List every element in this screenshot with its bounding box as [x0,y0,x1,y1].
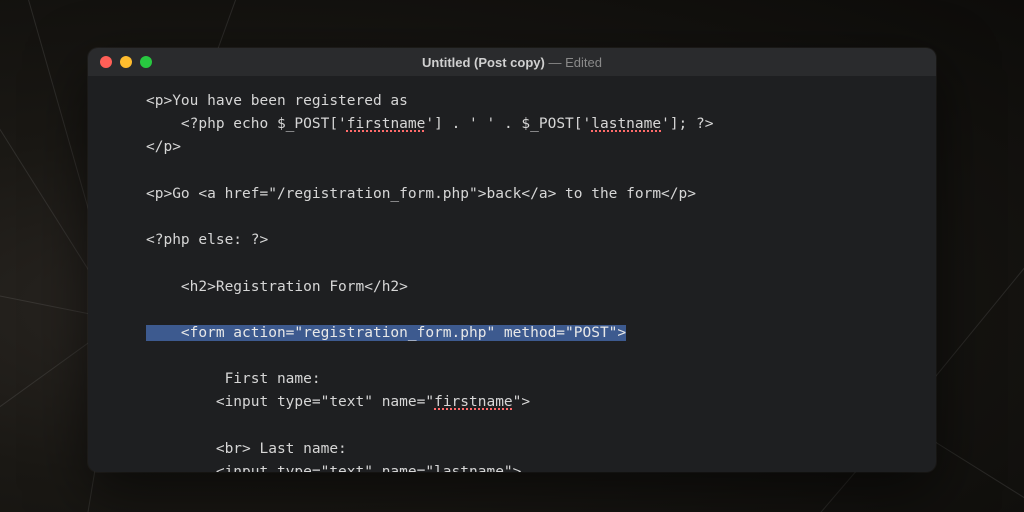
spell-firstname: firstname [347,116,426,132]
editor-window: Untitled (Post copy) — Edited <p>You hav… [88,48,936,472]
title-main: Untitled (Post copy) [422,55,545,70]
code-line: <input type="text" name=" [146,394,434,410]
code-line: </p> [146,139,181,155]
code-line: <input type="text" name="lastname"> [146,464,521,472]
code-line: First name: [146,371,321,387]
code-editor[interactable]: <p>You have been registered as <?php ech… [88,76,936,472]
minimize-icon[interactable] [120,56,132,68]
code-line: <?php else: ?> [146,232,268,248]
code-line: <p>Go <a href="/registration_form.php">b… [146,186,696,202]
close-icon[interactable] [100,56,112,68]
code-line: <br> Last name: [146,441,347,457]
spell-lastname: lastname [591,116,661,132]
zoom-icon[interactable] [140,56,152,68]
traffic-lights [88,56,152,68]
spell-firstname2: firstname [434,394,513,410]
titlebar[interactable]: Untitled (Post copy) — Edited [88,48,936,76]
selected-line: <form action="registration_form.php" met… [146,325,626,341]
window-title: Untitled (Post copy) — Edited [88,55,936,70]
code-line: <?php echo $_POST[' [146,116,347,132]
code-line: <p>You have been registered as [146,93,408,109]
title-edited: Edited [565,55,602,70]
code-line: <h2>Registration Form</h2> [146,279,408,295]
title-sep: — [545,55,565,70]
